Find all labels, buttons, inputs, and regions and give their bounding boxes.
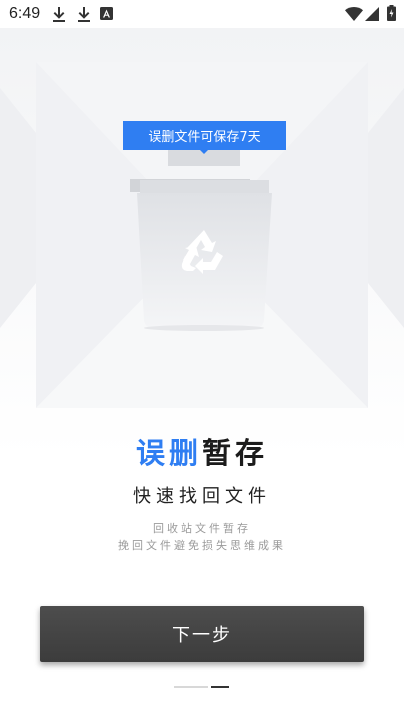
description-line-1: 回收站文件暂存 [153,522,251,535]
page-indicator-1 [174,686,208,688]
description-line-2: 挽回文件避免损失思维成果 [118,539,286,552]
recycle-icon [181,230,223,274]
title-accent: 误删 [135,436,202,470]
tooltip-tail [199,149,209,154]
title-rest: 暂存 [202,436,269,470]
page-indicator-2 [211,686,229,688]
page-title: 误删暂存 [0,430,404,472]
page-subtitle: 快速找回文件 [133,486,271,507]
next-button[interactable]: 下一步 [40,606,364,662]
retention-tooltip: 误删文件可保存7天 [123,121,286,150]
